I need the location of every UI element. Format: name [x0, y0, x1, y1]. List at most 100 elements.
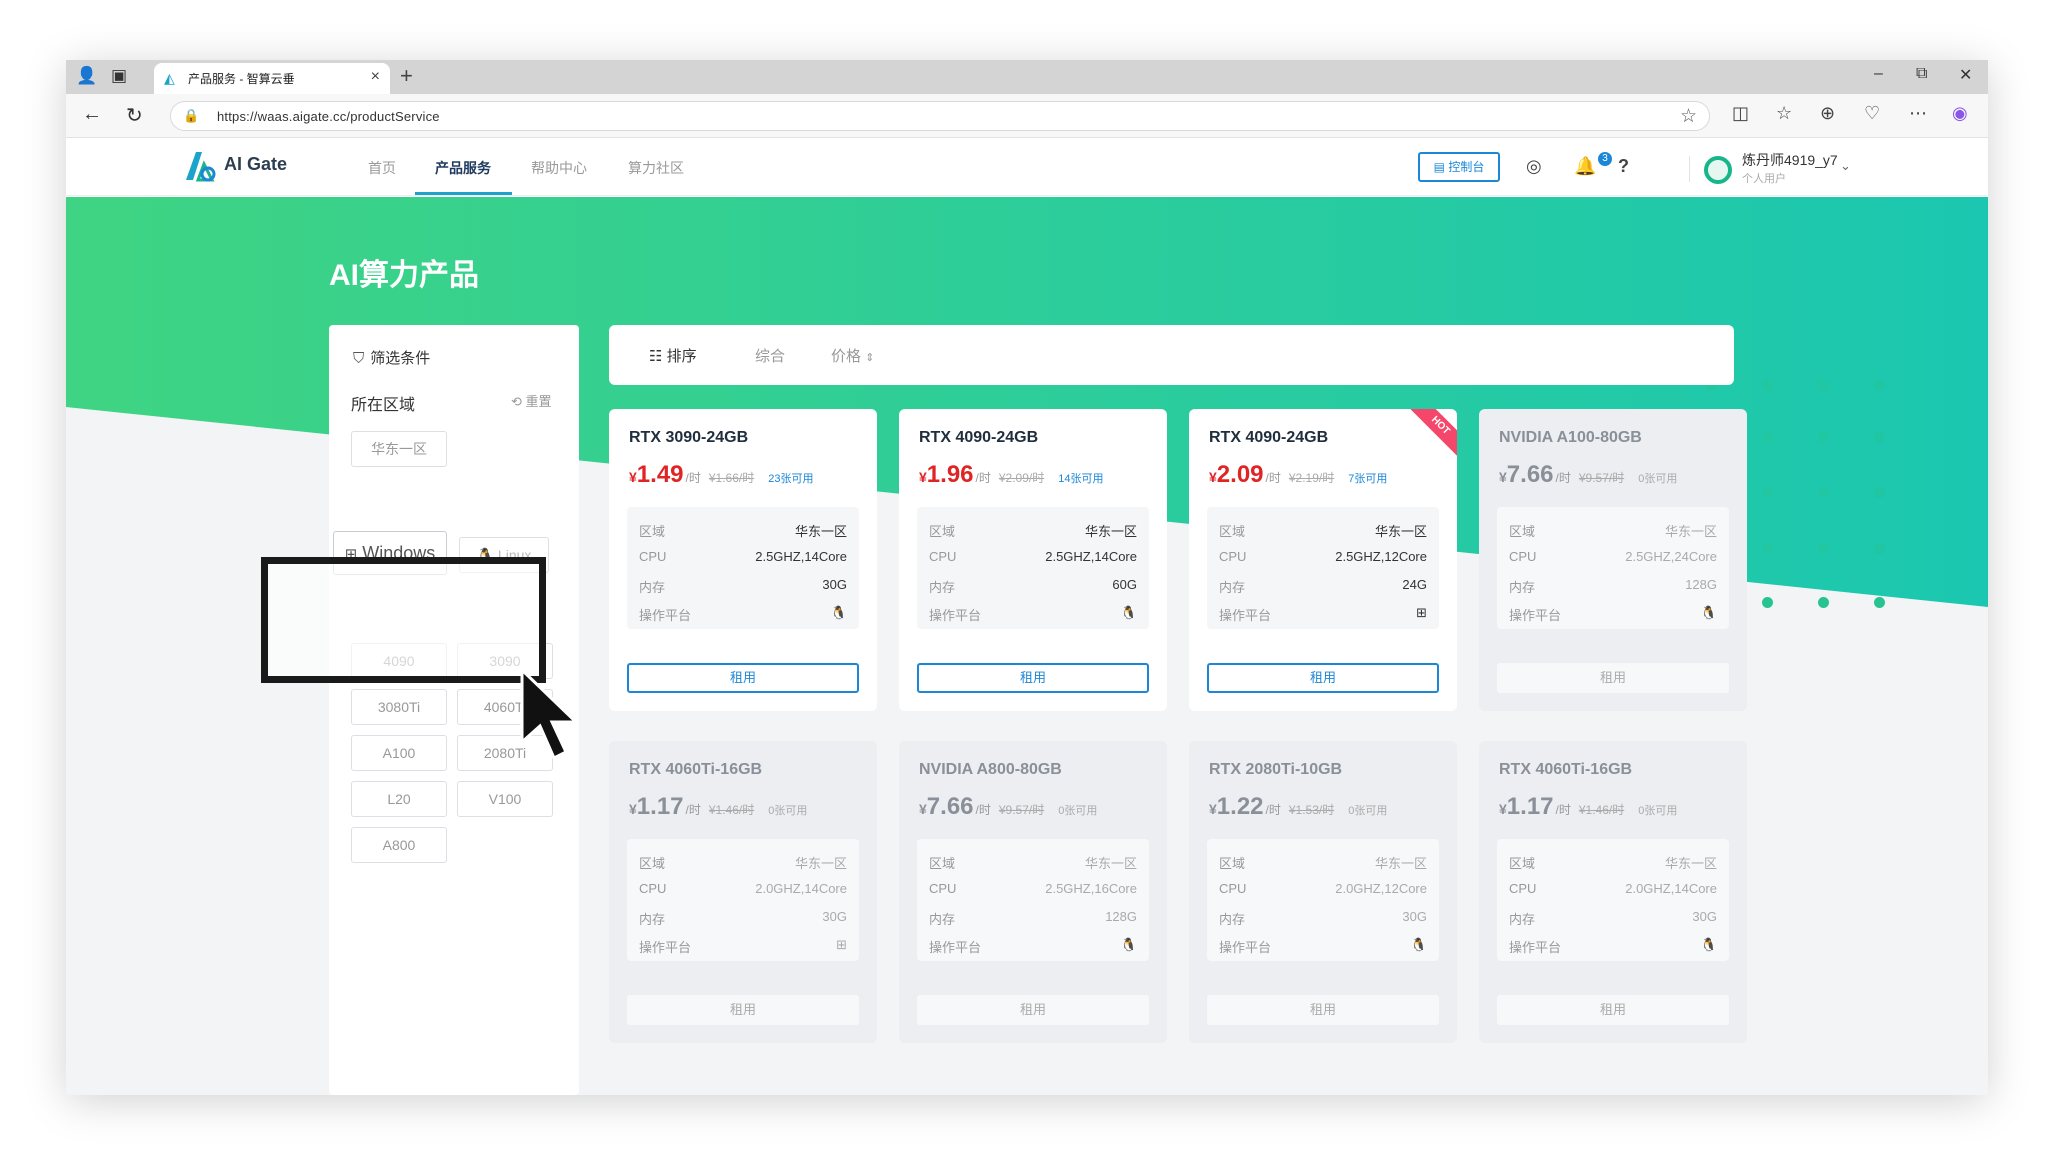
- avatar[interactable]: [1704, 156, 1732, 184]
- spec-row-os: 操作平台 🐧: [929, 605, 1137, 625]
- price-value: 1.17: [1506, 793, 1554, 820]
- extensions-icon[interactable]: ♡: [1864, 103, 1880, 124]
- user-name[interactable]: 炼丹师4919_y7: [1742, 150, 1838, 170]
- spec-row-cpu: CPU 2.5GHZ,24Core: [1509, 549, 1717, 569]
- product-card[interactable]: HOT RTX 4090-24GB ¥2.09/时 ¥2.19/时 7张可用 区域 华东一区…: [1189, 409, 1457, 711]
- product-name: RTX 4060Ti-16GB: [629, 761, 763, 778]
- spec-row-memory: 内存 60G: [929, 577, 1137, 597]
- spec-key: 操作平台: [929, 608, 982, 623]
- help-icon[interactable]: ?: [1618, 156, 1629, 177]
- chevron-down-icon[interactable]: ⌄: [1840, 158, 1851, 174]
- price-value: 2.09: [1216, 461, 1264, 488]
- minimize-icon[interactable]: –: [1874, 65, 1883, 83]
- spec-row-os: 操作平台 🐧: [1219, 937, 1427, 957]
- rent-button[interactable]: 租用: [627, 995, 859, 1025]
- spec-key: CPU: [1219, 881, 1247, 896]
- copilot-icon[interactable]: ◉: [1952, 103, 1968, 124]
- browser-tab[interactable]: ◭ 产品服务 - 智算云垂 ×: [154, 63, 390, 94]
- spec-box: 区域 华东一区 CPU 2.5GHZ,14Core 内存 60G 操作平台 🐧: [917, 507, 1149, 629]
- aigate-logo-icon[interactable]: [180, 146, 220, 186]
- reset-button[interactable]: ⟲ 重置: [511, 391, 552, 410]
- product-card[interactable]: RTX 4090-24GB ¥1.96/时 ¥2.09/时 14张可用 区域 华东一区 CP…: [899, 409, 1167, 711]
- gpu-tag-3080ti[interactable]: 3080Ti: [351, 689, 447, 725]
- decorative-dot: [1818, 487, 1829, 498]
- url-field[interactable]: 🔒 https://waas.aigate.cc/productService …: [170, 101, 1710, 131]
- rent-button[interactable]: 租用: [627, 663, 859, 693]
- bell-icon[interactable]: 🔔: [1574, 156, 1596, 177]
- spec-row-memory: 内存 128G: [1509, 577, 1717, 597]
- gpu-tag-l20[interactable]: L20: [351, 781, 447, 817]
- rent-button[interactable]: 租用: [1497, 995, 1729, 1025]
- product-name: NVIDIA A100-80GB: [1499, 429, 1642, 446]
- restore-icon[interactable]: ⧉: [1916, 65, 1927, 83]
- profile-icon[interactable]: 👤: [76, 66, 98, 86]
- tab-strip: 👤 ▣ ◭ 产品服务 - 智算云垂 × + – ⧉ ✕: [66, 60, 1988, 94]
- spec-key: 区域: [929, 856, 956, 871]
- product-card[interactable]: RTX 3090-24GB ¥1.49/时 ¥1.66/时 23张可用 区域 华东一区 CP…: [609, 409, 877, 711]
- price-line: ¥1.17/时 ¥1.46/时 0张可用: [1499, 793, 1677, 821]
- gpu-tag-a100[interactable]: A100: [351, 735, 447, 771]
- collections-icon[interactable]: ⊕: [1820, 103, 1835, 124]
- tab-actions-icon[interactable]: ▣: [108, 66, 130, 86]
- price-unit: /时: [685, 803, 701, 817]
- split-screen-icon[interactable]: ◫: [1732, 103, 1749, 124]
- close-window-icon[interactable]: ✕: [1959, 65, 1972, 85]
- refresh-icon[interactable]: ↻: [126, 103, 143, 128]
- rent-button[interactable]: 租用: [1207, 663, 1439, 693]
- spec-row-cpu: CPU 2.5GHZ,14Core: [639, 549, 847, 569]
- console-button[interactable]: ▤ 控制台: [1418, 152, 1500, 182]
- region-tag-east1[interactable]: 华东一区: [351, 431, 447, 467]
- product-card[interactable]: RTX 2080Ti-10GB ¥1.22/时 ¥1.53/时 0张可用 区域 华东一区 C…: [1189, 741, 1457, 1043]
- nav-community[interactable]: 算力社区: [628, 158, 684, 178]
- price-line: ¥1.49/时 ¥1.66/时 23张可用: [629, 461, 813, 489]
- nav-products[interactable]: 产品服务: [435, 158, 491, 178]
- spec-row-cpu: CPU 2.5GHZ,14Core: [929, 549, 1137, 569]
- currency-symbol: ¥: [1209, 469, 1217, 485]
- spec-value: 24G: [1402, 577, 1427, 592]
- sort-label: ☷ 排序: [649, 345, 697, 366]
- sort-price[interactable]: 价格 ⇕: [831, 345, 874, 366]
- rent-button[interactable]: 租用: [917, 995, 1149, 1025]
- rent-button[interactable]: 租用: [917, 663, 1149, 693]
- currency-symbol: ¥: [629, 801, 637, 817]
- spec-row-region: 区域 华东一区: [929, 853, 1137, 873]
- favorite-star-icon[interactable]: ☆: [1680, 105, 1697, 128]
- decorative-dot: [1762, 432, 1773, 443]
- spec-value: 华东一区: [1664, 524, 1717, 539]
- rent-button[interactable]: 租用: [1207, 995, 1439, 1025]
- url-text: https://waas.aigate.cc/productService: [217, 109, 440, 124]
- product-name: RTX 4060Ti-16GB: [1499, 761, 1633, 778]
- price-value: 1.96: [926, 461, 974, 488]
- user-type: 个人用户: [1742, 173, 1786, 185]
- region-label: 所在区域: [351, 397, 416, 414]
- product-card[interactable]: RTX 4060Ti-16GB ¥1.17/时 ¥1.46/时 0张可用 区域 华东一区 C…: [609, 741, 877, 1043]
- close-tab-icon[interactable]: ×: [371, 68, 380, 86]
- nav-help[interactable]: 帮助中心: [531, 158, 587, 178]
- spec-row-region: 区域 华东一区: [1509, 521, 1717, 541]
- gpu-tag-v100[interactable]: V100: [457, 781, 553, 817]
- spec-key: 内存: [1219, 580, 1246, 595]
- product-card[interactable]: NVIDIA A100-80GB ¥7.66/时 ¥9.57/时 0张可用区域 华东一区…: [1479, 409, 1747, 711]
- rent-button[interactable]: 租用: [1497, 663, 1729, 693]
- gpu-tag-a800[interactable]: A800: [351, 827, 447, 863]
- sort-comprehensive[interactable]: 综合: [755, 345, 785, 366]
- spec-value: 128G: [1105, 909, 1137, 924]
- windows-icon: ⊞: [1416, 605, 1427, 620]
- spec-key: CPU: [1509, 549, 1537, 564]
- price-line: ¥7.66/时 ¥9.57/时 0张可用: [1499, 461, 1677, 489]
- nav-home[interactable]: 首页: [368, 158, 396, 178]
- spec-row-region: 区域 华东一区: [929, 521, 1137, 541]
- decorative-dot: [1818, 543, 1829, 554]
- sort-bar: ☷ 排序 综合 价格 ⇕: [609, 325, 1734, 385]
- logo-text[interactable]: AI Gate: [224, 154, 287, 175]
- product-card[interactable]: NVIDIA A800-80GB ¥7.66/时 ¥9.57/时 0张可用 区域 华东一区…: [899, 741, 1167, 1043]
- spec-row-os: 操作平台 ⊞: [1219, 605, 1427, 625]
- back-icon[interactable]: ←: [82, 103, 102, 126]
- favorites-icon[interactable]: ☆: [1776, 103, 1792, 124]
- more-icon[interactable]: ⋯: [1909, 103, 1927, 124]
- new-tab-icon[interactable]: +: [400, 63, 413, 89]
- target-icon[interactable]: ◎: [1526, 156, 1542, 177]
- product-card[interactable]: RTX 4060Ti-16GB ¥1.17/时 ¥1.46/时 0张可用 区域 华东一区 C…: [1479, 741, 1747, 1043]
- filter-icon: ⛉: [353, 350, 365, 367]
- spec-row-cpu: CPU 2.5GHZ,12Core: [1219, 549, 1427, 569]
